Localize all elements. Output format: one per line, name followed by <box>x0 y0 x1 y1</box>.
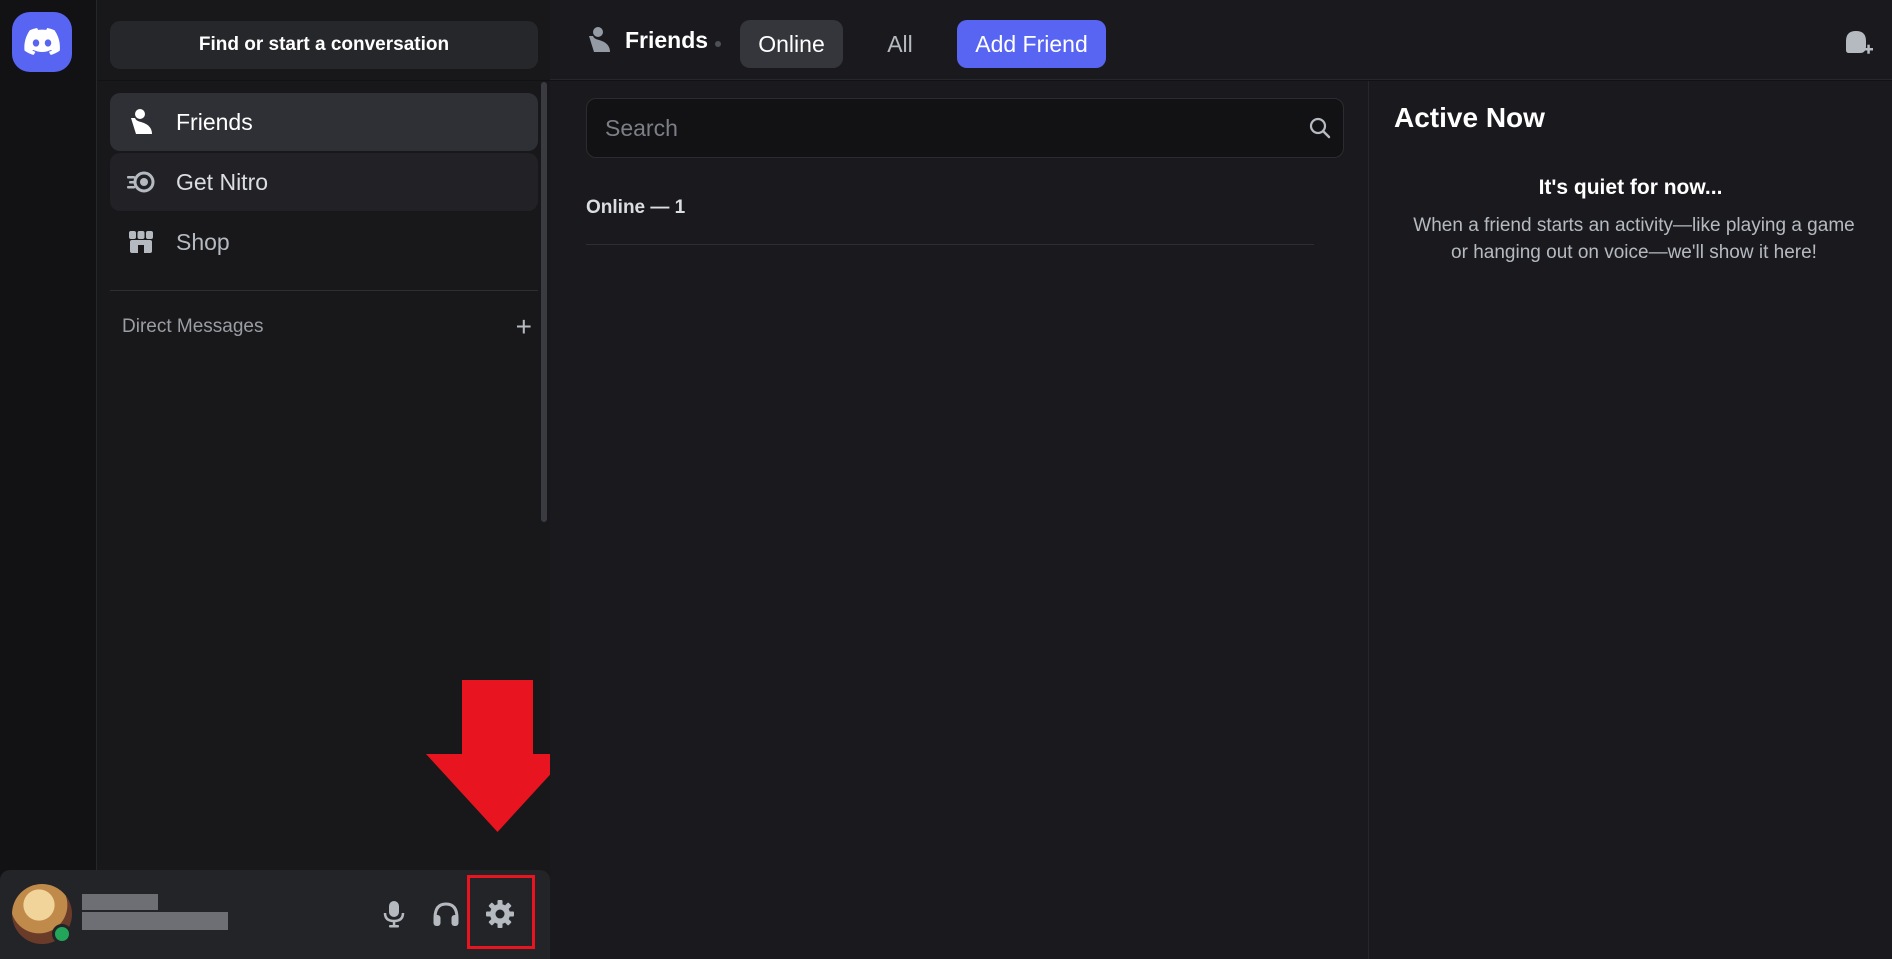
discord-logo-icon <box>24 28 60 55</box>
direct-messages-label: Direct Messages <box>122 316 264 337</box>
topbar-separator-dot <box>715 41 721 47</box>
direct-messages-header: Direct Messages + <box>122 313 532 341</box>
sidebar-divider-top <box>97 80 550 81</box>
headphones-icon[interactable] <box>424 892 468 936</box>
home-button[interactable] <box>12 12 72 72</box>
search-icon <box>1297 105 1343 151</box>
find-conversation-button[interactable]: Find or start a conversation <box>110 21 538 69</box>
sidebar-item-friends[interactable]: Friends <box>110 93 538 151</box>
online-status-badge <box>52 924 72 944</box>
empty-state-title: It's quiet for now... <box>1538 176 1723 199</box>
friends-icon <box>126 107 156 137</box>
empty-state-description: When a friend starts an activity—like pl… <box>1413 215 1855 263</box>
search-bar <box>586 98 1344 158</box>
list-divider <box>586 244 1314 245</box>
sidebar-item-shop[interactable]: Shop <box>110 213 538 271</box>
nitro-icon <box>126 167 156 197</box>
friends-list-panel: Online — 1 <box>550 81 1368 959</box>
plus-icon[interactable]: + <box>516 313 532 341</box>
tab-all[interactable]: All <box>860 20 940 68</box>
active-now-title: Active Now <box>1394 102 1545 133</box>
topbar-title-label: Friends <box>625 26 709 53</box>
sidebar-scrollbar[interactable] <box>541 82 547 522</box>
sidebar-item-label: Friends <box>176 108 253 135</box>
friends-topbar: Friends Online All Add Friend <box>550 0 1892 80</box>
user-tag-redacted[interactable] <box>82 912 228 930</box>
search-input[interactable] <box>605 114 1297 142</box>
username-redacted[interactable] <box>82 894 158 910</box>
settings-highlight-box <box>467 875 535 949</box>
sidebar-item-nitro[interactable]: Get Nitro <box>110 153 538 211</box>
online-count-header: Online — 1 <box>586 197 686 218</box>
sidebar-divider <box>110 290 538 291</box>
shop-icon <box>126 227 156 257</box>
topbar-title: Friends <box>585 26 708 54</box>
tab-online[interactable]: Online <box>740 20 843 68</box>
sidebar-item-label: Get Nitro <box>176 168 269 195</box>
red-arrow-down-icon <box>426 680 569 832</box>
microphone-icon[interactable] <box>372 892 416 936</box>
add-friend-button[interactable]: Add Friend <box>957 20 1106 68</box>
new-group-dm-icon[interactable] <box>1842 28 1874 60</box>
friends-icon <box>589 27 610 52</box>
server-rail <box>0 0 96 959</box>
active-now-panel: Active Now It's quiet for now... When a … <box>1368 81 1892 959</box>
sidebar-item-label: Shop <box>176 228 230 255</box>
